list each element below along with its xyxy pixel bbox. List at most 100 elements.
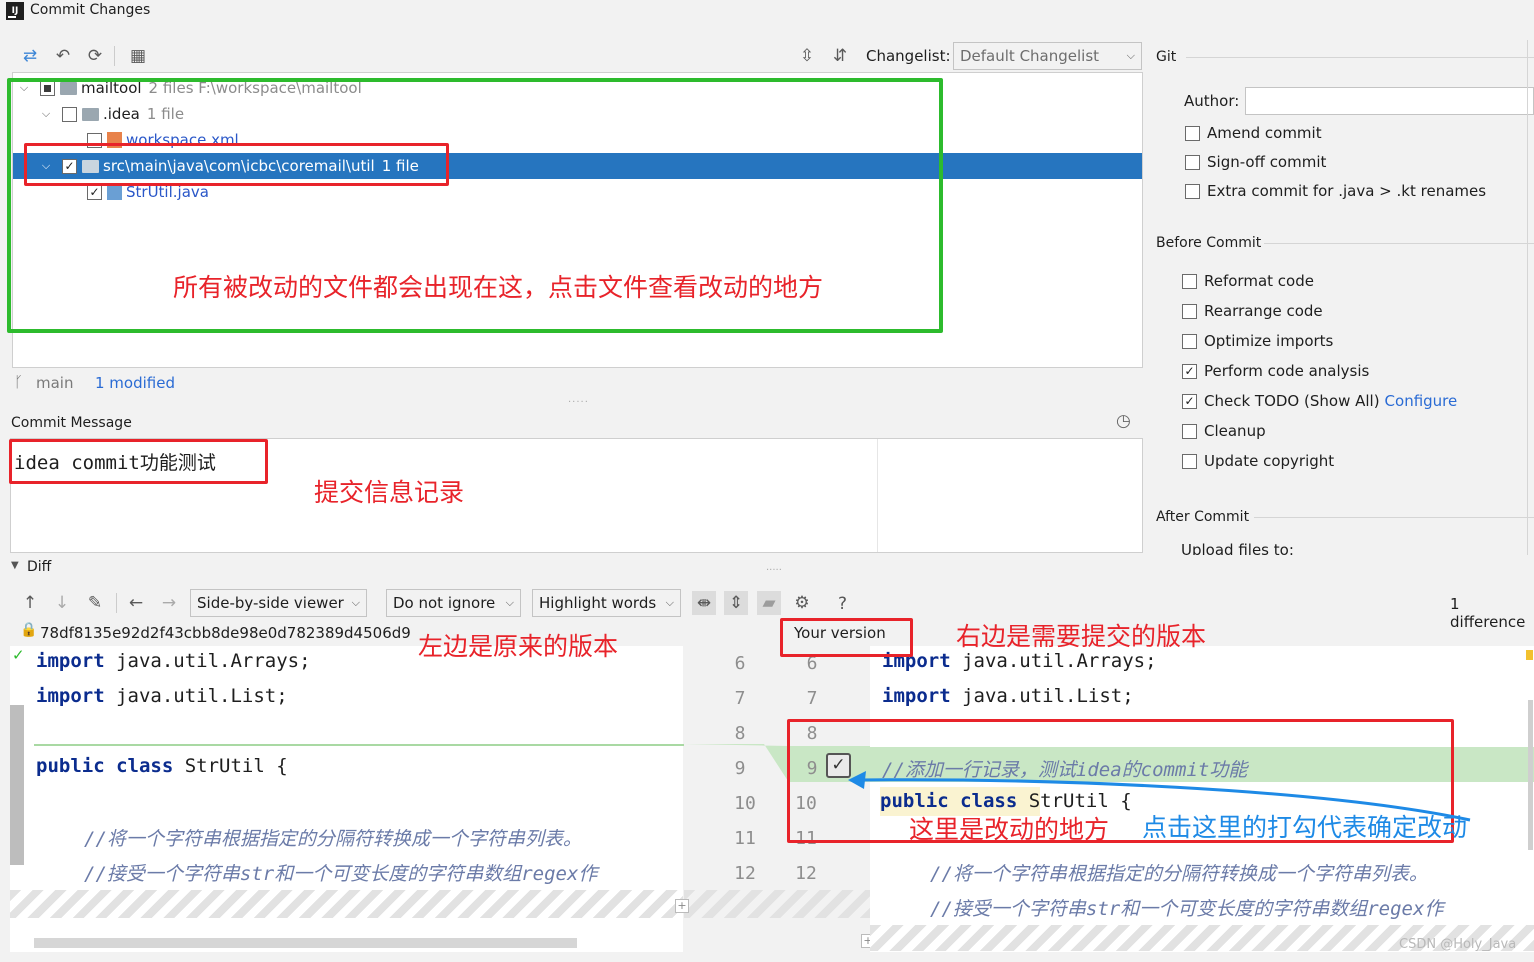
checkbox[interactable] [1182,303,1197,319]
annotation-left-note: 左边是原来的版本 [418,632,619,661]
collapse-triangle-icon[interactable]: ▼ [11,560,19,571]
checkbox[interactable] [1185,125,1200,141]
author-label: Author: [1184,92,1240,110]
chevron-down-icon: ⌵ [1126,49,1135,62]
collapse-all-icon[interactable]: ⇵ [828,44,852,68]
horizontal-scrollbar[interactable] [34,938,577,948]
right-code-line: import java.util.List; [882,685,1134,707]
perform-code-analysis-option[interactable]: ✓ Perform code analysis [1182,362,1369,380]
author-input[interactable] [1245,87,1534,115]
left-line-number: 6 [734,653,746,674]
checkbox[interactable] [1182,273,1197,289]
update-copyright-option[interactable]: Update copyright [1182,452,1334,470]
left-line-number: 11 [734,828,756,849]
right-code-line: import java.util.Arrays; [882,650,1157,672]
configure-link[interactable]: Configure [1385,392,1458,410]
chevron-down-icon: ⌵ [505,596,514,609]
amend-commit-option[interactable]: Amend commit [1185,124,1322,142]
changelist-label: Changelist: [866,47,951,65]
difference-count: 1 difference [1450,595,1526,631]
annotation-red-box [9,439,268,484]
next-difference-icon[interactable]: ↓ [50,591,74,615]
annotation-right-note: 右边是需要提交的版本 [956,622,1207,651]
history-clock-icon[interactable]: ◷ [1116,411,1131,431]
rearrange-code-option[interactable]: Rearrange code [1182,302,1323,320]
ignore-whitespace-dropdown[interactable]: Do not ignore ⌵ [386,589,521,617]
section-divider [1264,243,1534,244]
sync-scroll-icon[interactable]: ⇕ [724,591,748,615]
check-todo-option[interactable]: ✓ Check TODO (Show All) Configure [1182,392,1457,410]
left-scroll-marker[interactable] [10,705,24,865]
optimize-imports-option[interactable]: Optimize imports [1182,332,1333,350]
toolbar-separator [114,46,115,66]
title-bar: IJ Commit Changes [0,0,1534,24]
settings-gear-icon[interactable]: ⚙ [790,591,814,615]
extra-commit-option[interactable]: Extra commit for .java > .kt renames [1185,182,1486,200]
intellij-logo-icon: IJ [6,2,24,20]
git-section-title: Git [1156,49,1177,65]
checkbox[interactable] [1182,423,1197,439]
changelist-dropdown[interactable]: Default Changelist ⌵ [953,42,1142,70]
checkbox[interactable] [1185,154,1200,170]
chevron-down-icon: ⌵ [351,596,360,609]
left-line-number: 12 [734,863,756,884]
before-commit-title: Before Commit [1156,235,1262,251]
insertion-marker-line [34,744,684,746]
reformat-code-option[interactable]: Reformat code [1182,272,1314,290]
section-divider [1254,517,1534,518]
modified-count-link[interactable]: 1 modified [95,374,175,392]
annotation-commit-note: 提交信息记录 [314,478,465,507]
collapsed-region[interactable] [10,890,683,918]
collapse-unchanged-icon[interactable]: ⇼ [692,591,716,615]
left-code-line: import java.util.Arrays; [36,650,311,672]
cleanup-option[interactable]: Cleanup [1182,422,1266,440]
warning-stripe-marker[interactable] [1526,650,1533,660]
splitter-grip[interactable]: ····· [568,397,589,408]
refresh-icon[interactable]: ⟳ [83,44,107,68]
checkbox[interactable] [1182,453,1197,469]
viewer-mode-dropdown[interactable]: Side-by-side viewer ⌵ [190,589,367,617]
right-scroll-marker[interactable] [1528,700,1533,850]
left-line-number: 9 [734,758,746,779]
upload-files-option[interactable]: Upload files to: [1181,541,1381,555]
annotation-red-box [780,618,913,657]
annotation-files-note: 所有被改动的文件都会出现在这，点击文件查看改动的地方 [173,273,824,302]
highlight-mode-dropdown[interactable]: Highlight words ⌵ [532,589,681,617]
previous-difference-icon[interactable]: ↑ [18,591,42,615]
sign-off-commit-option[interactable]: Sign-off commit [1185,153,1326,171]
checkbox-checked[interactable]: ✓ [1182,393,1197,409]
checkbox[interactable] [1182,333,1197,349]
left-line-number: 8 [734,723,746,744]
annotation-arrow [848,771,1471,822]
forward-arrow-icon[interactable]: → [157,591,181,615]
lock-icon[interactable]: ▰ [757,591,781,615]
diff-label: Diff [27,559,52,575]
left-code-line: //接受一个字符串str和一个可变长度的字符串数组regex作 [84,863,598,885]
compare-icon[interactable]: ⇄ [18,44,42,68]
left-line-number: 10 [734,793,756,814]
help-icon[interactable]: ? [838,594,847,614]
branch-icon: ᚴ [14,373,24,391]
left-revision-hash: 78df8135e92d2f43cbb8de98e0d782389d4506d9 [40,624,411,642]
toolbar-separator [116,593,117,613]
checkbox[interactable] [1185,183,1200,199]
chevron-down-icon: ⌵ [665,596,674,609]
changelist-value: Default Changelist [960,47,1100,65]
expand-plus-icon[interactable]: + [675,899,689,913]
edit-source-icon[interactable]: ✎ [83,591,107,615]
left-code-line: import java.util.List; [36,685,288,707]
lock-icon: 🔒 [20,622,38,638]
checkbox-checked[interactable]: ✓ [1182,363,1197,379]
after-commit-title: After Commit [1156,509,1250,525]
watermark: CSDN @Holy_Java [1399,937,1517,952]
expand-all-icon[interactable]: ⇳ [795,44,819,68]
rollback-icon[interactable]: ↶ [51,44,75,68]
left-code-line: //将一个字符串根据指定的分隔符转换成一个字符串列表。 [84,828,582,850]
panel-border [1527,40,1528,555]
right-margin-guide [877,439,878,552]
branch-name[interactable]: main [36,374,73,392]
right-code-line: //接受一个字符串str和一个可变长度的字符串数组regex作 [930,898,1444,920]
back-arrow-icon[interactable]: ← [124,591,148,615]
group-by-icon[interactable]: ▦ [126,44,150,68]
splitter-grip[interactable]: ····· [766,565,782,576]
